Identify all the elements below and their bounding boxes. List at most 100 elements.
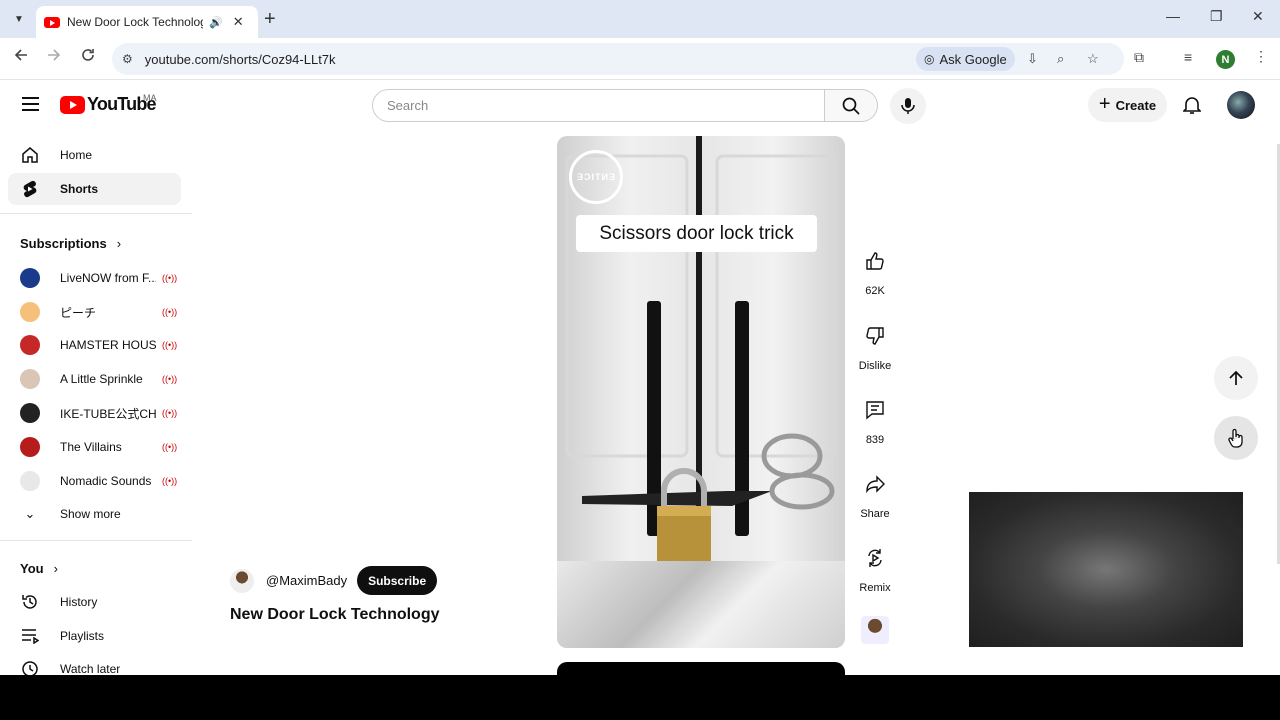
live-indicator-icon: ((•)) [162,408,178,418]
subscriptions-heading-label: Subscriptions [20,236,107,251]
webcam-overlay [969,492,1243,647]
you-heading[interactable]: You › [20,561,58,576]
like-count: 62K [865,285,885,297]
restore-icon[interactable]: ❐ [1210,8,1223,25]
subscription-item[interactable]: A Little Sprinkle ((•)) [20,367,180,391]
short-video-player[interactable]: ENTICE Scissors door lock trick [557,136,845,648]
new-tab-plus-icon[interactable]: + [264,8,276,31]
sidebar: Home Shorts Subscriptions › LiveNOW from… [0,136,192,675]
extensions-puzzle-icon[interactable]: ⧉ [1134,49,1144,66]
channel-name: LiveNOW from F... [60,271,156,285]
sidebar-item-shorts[interactable]: Shorts [8,173,181,205]
media-control-icon[interactable]: ≡ [1184,49,1192,65]
close-window-icon[interactable]: ✕ [1252,8,1264,25]
notifications-bell-icon[interactable] [1182,95,1202,120]
dislike-button[interactable]: Dislike [850,318,900,372]
address-toolbar: ⚙ youtube.com/shorts/Coz94-LLt7k ◎ Ask G… [0,38,1280,80]
channel-name: ピーチ [60,305,97,320]
channel-avatar[interactable] [230,568,254,593]
browser-tab[interactable]: New Door Lock Technology 🔊 ✕ [36,6,258,38]
playlists-icon [20,626,40,646]
divider [0,540,192,541]
microphone-icon [901,98,915,114]
live-indicator-icon: ((•)) [162,442,178,452]
forward-arrow-icon[interactable] [47,48,61,67]
channel-avatar [20,437,40,457]
next-short-preview[interactable] [557,662,845,675]
tab-title: New Door Lock Technology [67,15,203,29]
channel-info: @MaximBady Subscribe [230,566,438,595]
subscription-item[interactable]: HAMSTER HOUS... ((•)) [20,333,180,357]
show-more-button[interactable]: ⌄ Show more [20,502,180,526]
remix-icon [857,540,893,576]
sidebar-item-history[interactable]: History [20,590,180,614]
channel-name: A Little Sprinkle [60,372,143,386]
bookmark-star-icon[interactable]: ☆ [1087,51,1099,67]
create-button[interactable]: + Create [1088,88,1167,122]
chevron-down-icon: ⌄ [24,506,36,521]
channel-name: HAMSTER HOUS... [60,338,156,352]
create-label: Create [1115,97,1157,113]
profile-avatar[interactable]: N [1216,50,1235,69]
comment-icon [857,392,893,428]
subscription-item[interactable]: ピーチ ((•)) [20,300,180,324]
channel-name: The Villains [60,440,122,454]
comments-button[interactable]: 839 [850,392,900,446]
install-icon[interactable]: ⇩ [1027,51,1038,67]
close-tab-icon[interactable]: ✕ [233,14,244,30]
search-input[interactable]: Search [372,89,825,122]
minimize-icon[interactable]: — [1166,8,1180,24]
live-indicator-icon: ((•)) [162,374,178,384]
live-indicator-icon: ((•)) [162,340,178,350]
remix-button[interactable]: Remix [850,540,900,594]
subscription-item[interactable]: IKE-TUBE公式CH ((•)) [20,401,180,425]
guide-menu-icon[interactable] [22,97,39,111]
subscription-item[interactable]: LiveNOW from F... ((•)) [20,266,180,290]
sidebar-item-label: History [60,595,98,609]
account-avatar[interactable] [1227,91,1255,119]
live-indicator-icon: ((•)) [162,273,178,283]
subscription-item[interactable]: Nomadic Sounds ((•)) [20,469,180,493]
sidebar-item-home[interactable]: Home [8,139,181,171]
back-arrow-icon[interactable] [14,48,28,67]
chrome-menu-icon[interactable]: ⋮ [1254,48,1268,65]
hand-cursor-icon [1228,428,1243,448]
search-button[interactable] [824,89,878,122]
zoom-icon[interactable]: ⌕ [1057,51,1064,67]
subscription-item[interactable]: The Villains ((•)) [20,435,180,459]
youtube-page: YouTube MA Search + Create Home Shorts S… [0,80,1280,675]
sidebar-item-playlists[interactable]: Playlists [20,624,180,648]
sound-source-avatar[interactable] [861,616,889,644]
share-button[interactable]: Share [850,466,900,520]
channel-name: Nomadic Sounds [60,474,152,488]
subscriptions-heading[interactable]: Subscriptions › [20,236,121,251]
reload-icon[interactable] [81,48,95,67]
tab-search-chevron-icon[interactable]: ▼ [8,8,30,30]
like-button[interactable]: 62K [850,243,900,297]
ask-google-button[interactable]: ◎ Ask Google [916,47,1015,71]
show-more-label: Show more [60,507,121,521]
sidebar-item-label: Shorts [60,182,99,196]
next-short-button[interactable] [1214,416,1258,460]
share-arrow-icon [857,466,893,502]
voice-search-button[interactable] [890,88,926,124]
chevron-right-icon: › [53,561,58,576]
shorts-icon [20,179,40,199]
youtube-logo[interactable]: YouTube [60,94,157,115]
video-floor [557,561,845,648]
previous-short-button[interactable] [1214,356,1258,400]
speaker-icon[interactable]: 🔊 [209,16,223,29]
site-info-icon[interactable]: ⚙ [122,52,133,66]
youtube-favicon-icon [44,16,60,28]
subscribe-button[interactable]: Subscribe [357,566,438,595]
sidebar-item-watch-later[interactable]: Watch later [20,657,180,675]
search-placeholder: Search [387,98,429,113]
lens-icon: ◎ [924,52,935,66]
live-indicator-icon: ((•)) [162,307,178,317]
omnibox[interactable]: ⚙ youtube.com/shorts/Coz94-LLt7k ◎ Ask G… [112,43,1124,75]
sidebar-item-label: Playlists [60,629,105,643]
remix-label: Remix [859,582,891,594]
sidebar-item-label: Home [60,148,93,162]
channel-name: IKE-TUBE公式CH [60,406,156,421]
channel-handle[interactable]: @MaximBady [266,573,347,588]
